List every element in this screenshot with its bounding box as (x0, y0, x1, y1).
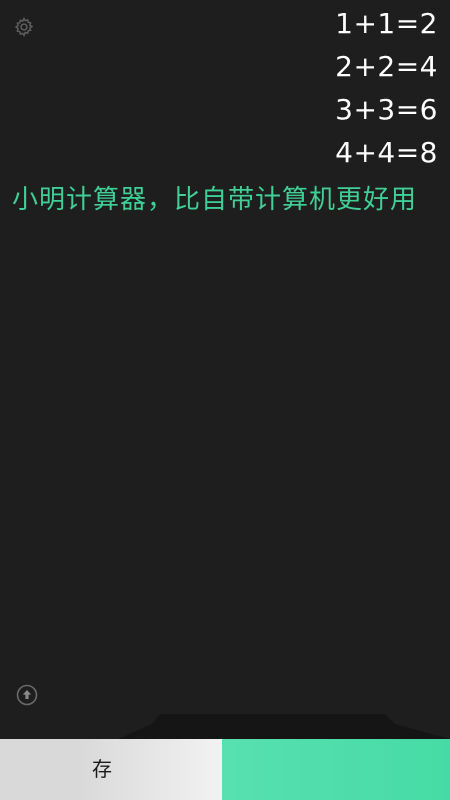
history-line: 1+1=2 (335, 7, 438, 40)
gear-icon (14, 17, 34, 38)
confirm-button[interactable] (222, 739, 450, 800)
history-line: 4+4=8 (335, 136, 438, 169)
bottom-action-bar: 存 (0, 739, 450, 800)
save-button[interactable]: 存 (0, 739, 222, 800)
arrow-up-circle-icon (16, 684, 38, 706)
history-line: 2+2=4 (335, 50, 438, 83)
promo-message: 小明计算器，比自带计算机更好用 (12, 185, 418, 215)
calculator-screen: 1+1=2 2+2=4 3+3=6 4+4=8 小明计算器，比自带计算机更好用 … (0, 0, 450, 800)
history-line: 3+3=6 (335, 93, 438, 126)
settings-button[interactable] (13, 16, 35, 38)
save-button-label: 存 (92, 757, 112, 781)
calculation-history: 1+1=2 2+2=4 3+3=6 4+4=8 (335, 2, 438, 174)
scroll-top-button[interactable] (15, 683, 39, 707)
